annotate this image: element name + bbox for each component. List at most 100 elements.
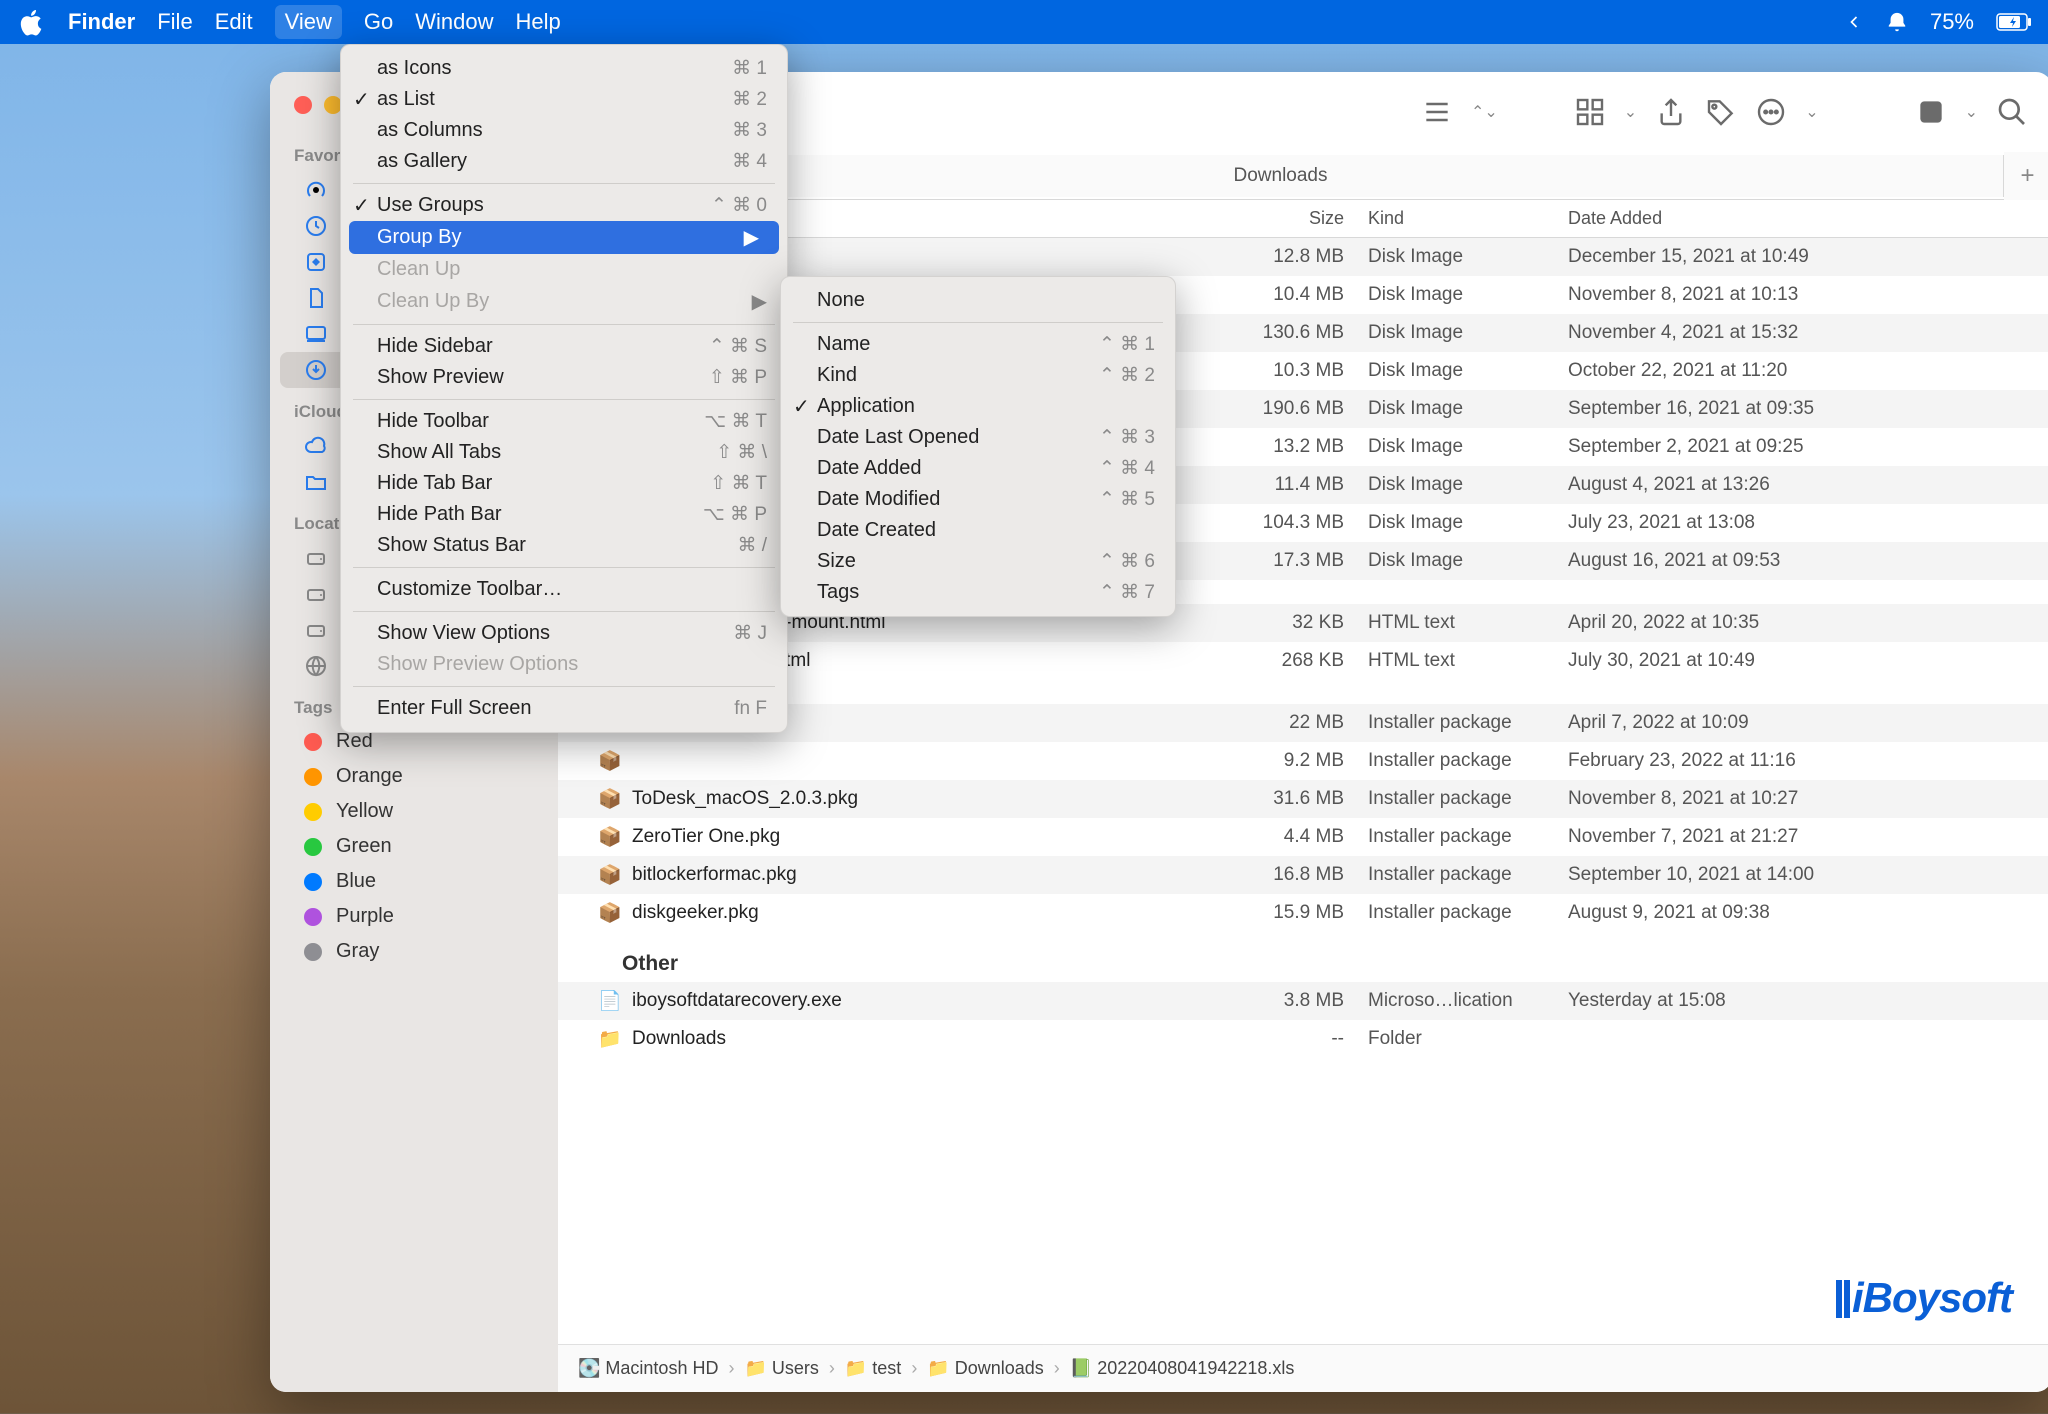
app-name[interactable]: Finder xyxy=(68,9,135,35)
tag-blue[interactable]: Blue xyxy=(280,864,548,899)
menu-item-label: as Columns xyxy=(377,119,483,142)
menu-help[interactable]: Help xyxy=(516,9,561,35)
menu-item-customize-toolbar-[interactable]: Customize Toolbar… xyxy=(341,574,787,605)
menu-item-show-all-tabs[interactable]: Show All Tabs⇧ ⌘ \ xyxy=(341,437,787,468)
file-size: 10.3 MB xyxy=(1178,360,1368,382)
menu-item-application[interactable]: ✓Application xyxy=(781,391,1175,422)
menu-item-group-by[interactable]: Group By▶ xyxy=(349,221,779,254)
menu-item-label: Tags xyxy=(817,581,859,604)
file-row[interactable]: 📦ToDesk_macOS_2.0.3.pkg31.6 MBInstaller … xyxy=(558,780,2048,818)
shortcut: ⇧ ⌘ T xyxy=(710,472,767,495)
shortcut: ⌘ 2 xyxy=(732,88,767,111)
globe-icon xyxy=(304,654,328,678)
menu-item-show-view-options[interactable]: Show View Options⌘ J xyxy=(341,618,787,649)
tags-icon[interactable] xyxy=(1705,96,1737,128)
file-kind: HTML text xyxy=(1368,612,1568,634)
menu-item-show-status-bar[interactable]: Show Status Bar⌘ / xyxy=(341,530,787,561)
close-button[interactable] xyxy=(294,96,312,114)
file-date: November 8, 2021 at 10:27 xyxy=(1568,788,2048,810)
file-name: ZeroTier One.pkg xyxy=(632,826,780,848)
action-icon[interactable] xyxy=(1755,96,1787,128)
path-segment[interactable]: 📁 Downloads xyxy=(927,1358,1043,1379)
tag-gray[interactable]: Gray xyxy=(280,934,548,969)
menu-item-label: Hide Path Bar xyxy=(377,503,502,526)
path-segment[interactable]: 📁 Users xyxy=(744,1358,818,1379)
file-date: September 10, 2021 at 14:00 xyxy=(1568,864,2048,886)
new-tab-button[interactable]: + xyxy=(2004,152,2048,200)
share-icon[interactable] xyxy=(1655,96,1687,128)
action-chevron[interactable]: ⌄ xyxy=(1805,102,1818,122)
battery-percent: 75% xyxy=(1930,9,1974,35)
menu-view[interactable]: View xyxy=(275,5,342,39)
menu-item-as-list[interactable]: ✓as List⌘ 2 xyxy=(341,84,787,115)
menu-item-as-gallery[interactable]: as Gallery⌘ 4 xyxy=(341,146,787,177)
menu-item-label: None xyxy=(817,289,865,312)
group-chevron[interactable]: ⌄ xyxy=(1624,102,1637,122)
exe-icon: 📄 xyxy=(598,989,622,1013)
menu-item-tags[interactable]: Tags ⌃ ⌘ 7 xyxy=(781,577,1175,608)
path-segment[interactable]: 💽 Macintosh HD xyxy=(578,1358,718,1379)
preview-icon[interactable] xyxy=(1915,96,1947,128)
menu-item-label: Show View Options xyxy=(377,622,550,645)
menu-file[interactable]: File xyxy=(157,9,192,35)
file-row[interactable]: 📦bitlockerformac.pkg16.8 MBInstaller pac… xyxy=(558,856,2048,894)
menu-item-date-added[interactable]: Date Added⌃ ⌘ 4 xyxy=(781,453,1175,484)
col-kind[interactable]: Kind xyxy=(1368,208,1568,229)
menu-item-date-modified[interactable]: Date Modified⌃ ⌘ 5 xyxy=(781,484,1175,515)
menu-window[interactable]: Window xyxy=(415,9,493,35)
file-name: bitlockerformac.pkg xyxy=(632,864,797,886)
menu-item-hide-toolbar[interactable]: Hide Toolbar⌥ ⌘ T xyxy=(341,406,787,437)
menu-item-hide-tab-bar[interactable]: Hide Tab Bar⇧ ⌘ T xyxy=(341,468,787,499)
menu-item-label: Hide Toolbar xyxy=(377,410,489,433)
notification-icon[interactable] xyxy=(1886,11,1908,33)
menu-item-enter-full-screen[interactable]: Enter Full Screenfn F xyxy=(341,693,787,724)
path-segment[interactable]: 📗 20220408041942218.xls xyxy=(1070,1358,1295,1379)
menu-item-as-icons[interactable]: as Icons⌘ 1 xyxy=(341,53,787,84)
col-size[interactable]: Size xyxy=(1178,208,1368,229)
path-segment[interactable]: 📁 test xyxy=(845,1358,901,1379)
file-row[interactable]: 📦9.2 MBInstaller packageFebruary 23, 202… xyxy=(558,742,2048,780)
menu-item-hide-sidebar[interactable]: Hide Sidebar⌃ ⌘ S xyxy=(341,331,787,362)
menu-item-date-created[interactable]: Date Created xyxy=(781,515,1175,546)
tag-yellow[interactable]: Yellow xyxy=(280,794,548,829)
control-center-icon[interactable] xyxy=(1844,12,1864,32)
menu-item-name[interactable]: Name⌃ ⌘ 1 xyxy=(781,329,1175,360)
menu-item-size[interactable]: Size⌃ ⌘ 6 xyxy=(781,546,1175,577)
tag-purple[interactable]: Purple xyxy=(280,899,548,934)
shortcut: ⌘ 3 xyxy=(732,119,767,142)
menu-item-hide-path-bar[interactable]: Hide Path Bar⌥ ⌘ P xyxy=(341,499,787,530)
file-row[interactable]: 📦diskgeeker.pkg15.9 MBInstaller packageA… xyxy=(558,894,2048,932)
file-row[interactable]: 📁Downloads--Folder xyxy=(558,1020,2048,1058)
menu-item-clean-up-by: Clean Up By▶ xyxy=(341,285,787,318)
file-date: August 4, 2021 at 13:26 xyxy=(1568,474,2048,496)
menu-item-kind[interactable]: Kind⌃ ⌘ 2 xyxy=(781,360,1175,391)
view-mode-icon[interactable] xyxy=(1421,96,1453,128)
file-row[interactable]: 📄iboysoftdatarecovery.exe3.8 MBMicroso…l… xyxy=(558,982,2048,1020)
shortcut: ⌃ ⌘ 7 xyxy=(1099,581,1155,604)
view-mode-chevron[interactable]: ⌃⌄ xyxy=(1471,102,1498,122)
pkg-icon: 📦 xyxy=(598,863,622,887)
menu-item-use-groups[interactable]: ✓Use Groups⌃ ⌘ 0 xyxy=(341,190,787,221)
menu-item-as-columns[interactable]: as Columns ⌘ 3 xyxy=(341,115,787,146)
preview-chevron[interactable]: ⌄ xyxy=(1965,102,1978,122)
col-date[interactable]: Date Added xyxy=(1568,208,2048,229)
path-separator: › xyxy=(829,1358,835,1379)
pkg-icon: 📦 xyxy=(598,749,622,773)
file-kind: Disk Image xyxy=(1368,512,1568,534)
tag-orange[interactable]: Orange xyxy=(280,759,548,794)
menu-go[interactable]: Go xyxy=(364,9,393,35)
apple-logo-icon[interactable] xyxy=(16,6,48,38)
file-kind: Disk Image xyxy=(1368,474,1568,496)
menu-item-show-preview[interactable]: Show Preview⇧ ⌘ P xyxy=(341,362,787,393)
tag-green[interactable]: Green xyxy=(280,829,548,864)
group-icon[interactable] xyxy=(1574,96,1606,128)
menu-edit[interactable]: Edit xyxy=(215,9,253,35)
menu-item-none[interactable]: None xyxy=(781,285,1175,316)
file-date: July 23, 2021 at 13:08 xyxy=(1568,512,2048,534)
file-row[interactable]: 📦ZeroTier One.pkg4.4 MBInstaller package… xyxy=(558,818,2048,856)
menu-item-label: Use Groups xyxy=(377,194,484,217)
menu-item-date-last-opened[interactable]: Date Last Opened⌃ ⌘ 3 xyxy=(781,422,1175,453)
shortcut: ⌘ 1 xyxy=(732,57,767,80)
shortcut: ⌃ ⌘ 4 xyxy=(1099,457,1155,480)
search-icon[interactable] xyxy=(1996,96,2028,128)
